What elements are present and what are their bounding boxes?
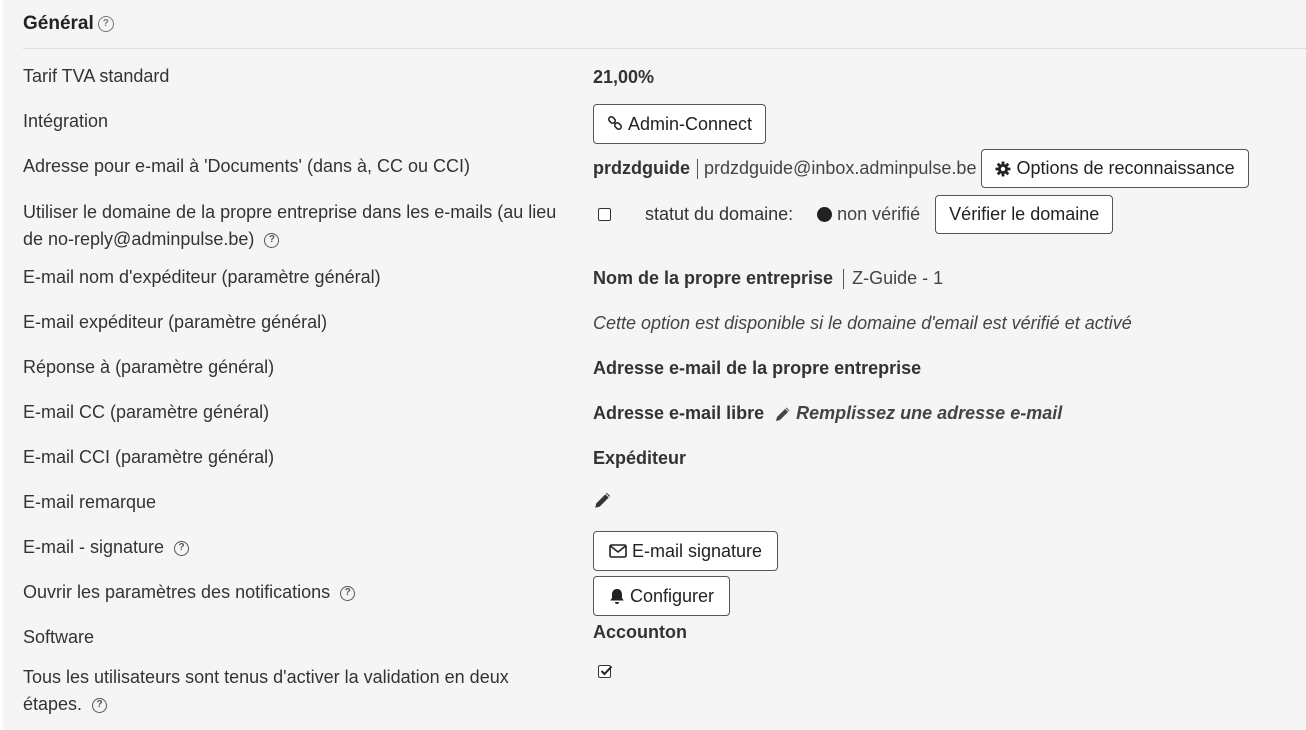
documents-email-label: Adresse pour e-mail à 'Documents' (dans … xyxy=(23,156,471,176)
sender-name-value: Nom de la propre entreprise Z-Guide - 1 xyxy=(593,265,943,292)
documents-email-value: prdzdguide prdzdguide@inbox.adminpulse.b… xyxy=(593,149,1249,188)
vat-value: 21,00% xyxy=(593,67,655,87)
vat-value-wrap: 21,00% xyxy=(593,64,654,91)
sender-email-label: E-mail expéditeur (paramètre général) xyxy=(23,312,328,332)
help-icon[interactable]: ? xyxy=(264,232,280,248)
link-icon xyxy=(607,116,623,131)
general-settings-panel: Général ? Tarif TVA standard 21,00% Inté… xyxy=(3,0,1306,730)
cog-icon xyxy=(995,161,1011,176)
own-domain-label-text: Utiliser le domaine de la propre entrepr… xyxy=(23,202,557,249)
sender-name-option: Nom de la propre entreprise xyxy=(593,268,834,288)
signature-label-text: E-mail - signature xyxy=(23,537,165,557)
reply-to-label: Réponse à (paramètre général) xyxy=(23,357,275,377)
help-icon[interactable]: ? xyxy=(92,697,108,713)
reply-to-value-wrap: Adresse e-mail de la propre entreprise xyxy=(593,355,921,382)
remark-label: E-mail remarque xyxy=(23,492,157,512)
sender-name-label: E-mail nom d'expéditeur (paramètre génér… xyxy=(23,267,381,287)
verify-domain-label: Vérifier le domaine xyxy=(949,204,1100,224)
own-domain-label: Utiliser le domaine de la propre entrepr… xyxy=(23,199,563,253)
vat-label: Tarif TVA standard xyxy=(23,66,170,86)
configure-button[interactable]: Configurer xyxy=(593,576,731,616)
documents-email-name: prdzdguide xyxy=(593,158,690,178)
cc-label: E-mail CC (paramètre général) xyxy=(23,402,270,422)
signature-label: E-mail - signature ? xyxy=(23,534,563,561)
two-factor-label: Tous les utilisateurs sont tenus d'activ… xyxy=(23,664,553,718)
verify-domain-button[interactable]: Vérifier le domaine xyxy=(935,195,1114,234)
recognition-options-button[interactable]: Options de reconnaissance xyxy=(981,149,1249,188)
notifications-label: Ouvrir les paramètres des notifications … xyxy=(23,579,563,606)
email-signature-label: E-mail signature xyxy=(632,540,763,561)
software-value-wrap: Accounton xyxy=(593,619,687,646)
remark-value xyxy=(593,490,613,510)
recognition-options-label: Options de reconnaissance xyxy=(1016,158,1235,178)
sender-email-value: Cette option est disponible si le domain… xyxy=(593,313,1132,333)
bcc-value: Expéditeur xyxy=(593,448,687,468)
sender-email-value-wrap: Cette option est disponible si le domain… xyxy=(593,310,1132,337)
domain-status-label: statut du domaine: xyxy=(645,204,794,224)
integration-value: Admin-Connect xyxy=(593,104,767,144)
remark-edit-button[interactable] xyxy=(593,490,613,510)
check-icon xyxy=(600,665,613,676)
two-factor-value xyxy=(593,665,613,678)
configure-label: Configurer xyxy=(630,585,715,606)
cc-value: Adresse e-mail libre xyxy=(593,403,765,423)
pencil-icon xyxy=(595,492,611,508)
separator xyxy=(843,268,845,289)
software-label: Software xyxy=(23,627,95,647)
cc-edit-link[interactable]: Remplissez une adresse e-mail xyxy=(774,400,1062,427)
documents-email-address: prdzdguide@inbox.adminpulse.be xyxy=(704,158,977,178)
pencil-icon xyxy=(776,407,790,421)
circle-icon xyxy=(817,207,833,222)
cc-edit-text: Remplissez une adresse e-mail xyxy=(796,403,1063,423)
admin-connect-label: Admin-Connect xyxy=(628,113,753,134)
help-icon[interactable]: ? xyxy=(97,16,114,32)
help-icon[interactable]: ? xyxy=(174,540,190,556)
notifications-label-text: Ouvrir les paramètres des notifications xyxy=(23,582,331,602)
email-signature-button[interactable]: E-mail signature xyxy=(593,531,779,571)
reply-to-value: Adresse e-mail de la propre entreprise xyxy=(593,358,922,378)
integration-label: Intégration xyxy=(23,111,109,131)
cc-value-wrap: Adresse e-mail libre Remplissez une adre… xyxy=(593,400,1062,427)
section-header: Général ? xyxy=(23,0,1306,49)
help-icon[interactable]: ? xyxy=(340,585,356,601)
two-factor-checkbox[interactable] xyxy=(598,665,613,678)
notifications-value: Configurer xyxy=(593,576,731,616)
own-domain-value: statut du domaine: non vérifié Vérifier … xyxy=(593,195,1114,234)
domain-status-value: non vérifié xyxy=(837,204,921,224)
admin-connect-button[interactable]: Admin-Connect xyxy=(593,104,767,144)
section-title: Général xyxy=(23,13,94,34)
software-value: Accounton xyxy=(593,622,687,642)
bcc-value-wrap: Expéditeur xyxy=(593,445,686,472)
bcc-label: E-mail CCI (paramètre général) xyxy=(23,447,275,467)
envelope-icon xyxy=(609,544,627,558)
separator xyxy=(697,158,698,179)
sender-name-detail: Z-Guide - 1 xyxy=(852,268,944,288)
bell-icon xyxy=(610,588,624,604)
own-domain-checkbox[interactable] xyxy=(598,208,611,221)
signature-value: E-mail signature xyxy=(593,531,779,571)
